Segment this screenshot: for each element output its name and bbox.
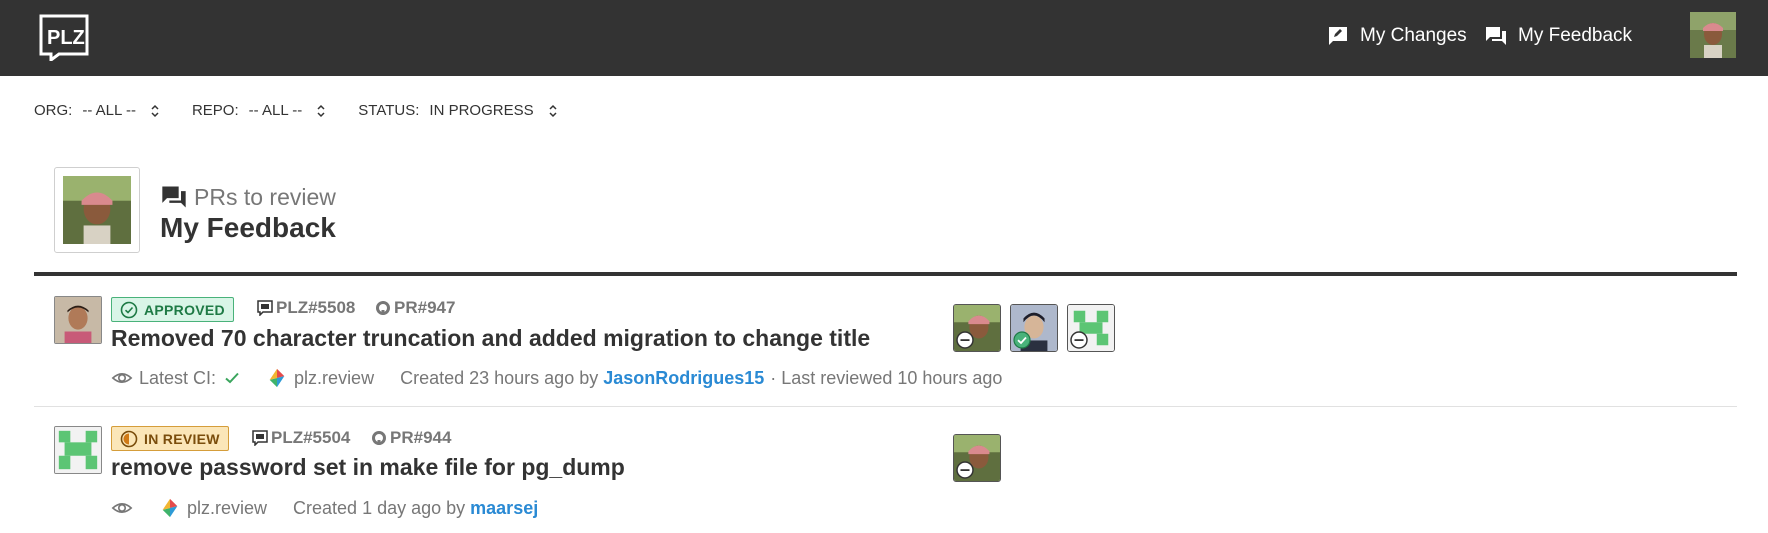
status-badge-label: APPROVED — [144, 301, 225, 318]
author-avatar[interactable] — [54, 296, 102, 344]
heading-avatar — [54, 167, 140, 253]
plz-review-logo-icon — [269, 368, 285, 388]
minus-circle-icon — [956, 331, 974, 349]
author-link[interactable]: maarsej — [470, 498, 538, 519]
status-badge-label: IN REVIEW — [144, 430, 220, 447]
repo-name[interactable]: plz.review — [294, 368, 374, 389]
minus-circle-icon — [1070, 331, 1088, 349]
plz-ref-text: PLZ#5508 — [276, 298, 356, 317]
page-title: My Feedback — [160, 212, 336, 243]
reviewer-avatar[interactable] — [1067, 304, 1115, 352]
in-review-icon — [120, 430, 138, 447]
pr-title[interactable]: Removed 70 character truncation and adde… — [111, 325, 871, 352]
pr-ref-link[interactable]: PR#947 — [375, 298, 455, 318]
org-filter[interactable]: ORG: -- ALL -- — [34, 102, 160, 119]
pr-meta: plz.review Created 1 day ago by maarsej — [111, 497, 538, 519]
ci-label: Latest CI: — [139, 367, 217, 388]
repo-filter[interactable]: REPO: -- ALL -- — [192, 102, 326, 119]
eye-icon — [111, 503, 133, 513]
org-filter-label: ORG: — [34, 102, 73, 119]
pr-ref-text: PR#944 — [390, 428, 452, 447]
top-bar: PLZ My Changes My Feedback — [0, 0, 1768, 76]
author-link[interactable]: JasonRodrigues15 — [603, 368, 764, 389]
heading-subtitle: PRs to review — [160, 183, 336, 211]
status-filter-label: STATUS: — [358, 102, 420, 119]
status-badge: IN REVIEW — [111, 426, 229, 451]
nav-my-changes[interactable]: My Changes — [1326, 24, 1467, 48]
repo-filter-value: -- ALL -- — [248, 102, 303, 119]
ci-check-icon — [225, 372, 239, 384]
plz-ref-link[interactable]: PLZ#5504 — [252, 428, 350, 448]
pr-ref-link[interactable]: PR#944 — [371, 428, 451, 448]
check-circle-icon — [120, 301, 138, 318]
org-filter-value: -- ALL -- — [82, 102, 136, 119]
eye-icon — [111, 373, 133, 383]
created-text: Created 1 day ago by — [293, 497, 466, 518]
nav-my-feedback-label: My Feedback — [1518, 25, 1633, 46]
check-circle-icon — [1013, 331, 1031, 349]
nav-my-changes-label: My Changes — [1360, 25, 1467, 46]
filter-bar: ORG: -- ALL -- REPO: -- ALL -- STATUS: I… — [34, 102, 590, 119]
pr-ref-text: PR#947 — [394, 298, 456, 317]
plz-ref-text: PLZ#5504 — [271, 428, 351, 447]
reviewer-avatar[interactable] — [1010, 304, 1058, 352]
updown-icon — [549, 104, 557, 117]
pr-meta: Latest CI: plz.review Created 23 hours a… — [111, 367, 1002, 389]
plz-logo[interactable]: PLZ — [39, 14, 89, 63]
author-avatar[interactable] — [54, 426, 102, 474]
minus-circle-icon — [956, 461, 974, 479]
reviewer-avatar[interactable] — [953, 304, 1001, 352]
heading-divider — [34, 272, 1737, 276]
last-reviewed-text: · Last reviewed 10 hours ago — [770, 367, 1003, 388]
plz-review-logo-icon — [162, 498, 178, 518]
forum-icon — [1486, 27, 1506, 45]
created-text: Created 23 hours ago by — [400, 367, 599, 388]
pr-title[interactable]: remove password set in make file for pg_… — [111, 454, 871, 481]
github-icon — [376, 301, 390, 315]
reviewer-avatar[interactable] — [953, 434, 1001, 482]
updown-icon — [317, 104, 325, 117]
repo-filter-label: REPO: — [191, 102, 239, 119]
svg-text:PLZ: PLZ — [47, 27, 85, 49]
updown-icon — [151, 104, 159, 117]
status-filter[interactable]: STATUS: IN PROGRESS — [358, 102, 557, 119]
repo-name[interactable]: plz.review — [187, 498, 267, 519]
heading-subtitle-text: PRs to review — [194, 183, 336, 210]
nav-my-feedback[interactable]: My Feedback — [1484, 24, 1632, 48]
edit-comment-icon — [1329, 27, 1347, 45]
plz-icon — [257, 300, 273, 316]
status-filter-value: IN PROGRESS — [429, 102, 534, 119]
github-icon — [372, 431, 386, 445]
user-avatar[interactable] — [1690, 12, 1736, 58]
plz-ref-link[interactable]: PLZ#5508 — [257, 298, 355, 318]
plz-icon — [252, 430, 268, 446]
row-divider — [34, 406, 1737, 407]
status-badge: APPROVED — [111, 297, 234, 322]
forum-icon — [162, 186, 186, 208]
